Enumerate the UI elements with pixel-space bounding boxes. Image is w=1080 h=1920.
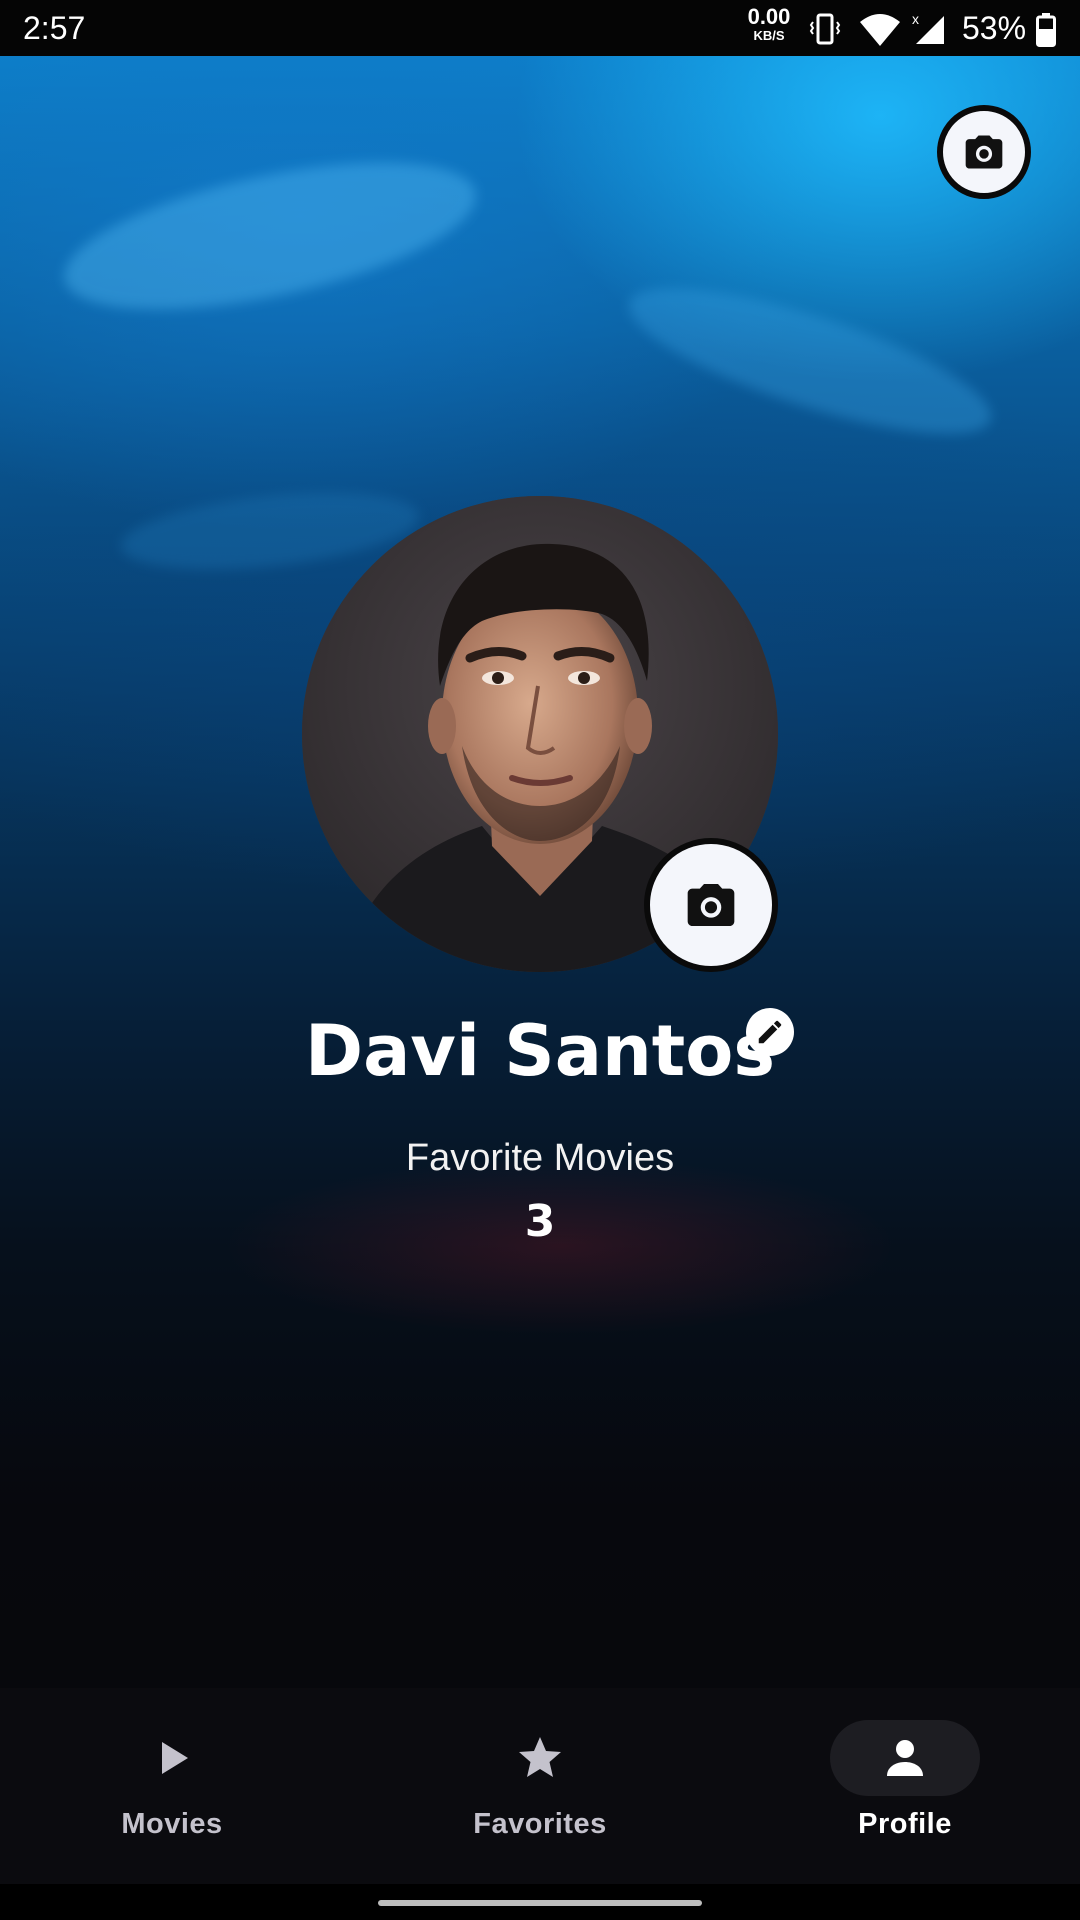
wifi-icon <box>860 14 900 46</box>
network-speed-unit: KB/S <box>753 28 785 43</box>
status-time: 2:57 <box>23 10 86 46</box>
battery-percent: 53% <box>962 10 1027 46</box>
person-icon <box>887 1740 923 1776</box>
battery-icon <box>1036 13 1056 47</box>
home-indicator[interactable] <box>378 1900 702 1906</box>
nav-label-movies: Movies <box>121 1808 223 1840</box>
network-speed: 0.00 KB/S <box>742 6 796 44</box>
svg-text:x: x <box>912 11 919 27</box>
status-bar: 2:57 0.00 KB/S x 53% <box>0 0 1080 56</box>
vibrate-icon <box>809 13 841 45</box>
change-avatar-button[interactable] <box>644 838 778 972</box>
favorite-movies-label: Favorite Movies <box>405 1137 675 1179</box>
profile-screen: 2:57 0.00 KB/S x 53% Davi Santos Favorit… <box>0 0 1080 1920</box>
favorite-movies-count: 3 <box>524 1196 556 1247</box>
nav-item-movies[interactable]: Movies <box>22 1688 322 1840</box>
nav-label-profile: Profile <box>858 1808 952 1840</box>
cover-background <box>0 56 1080 1920</box>
play-icon <box>162 1742 188 1774</box>
camera-icon <box>965 135 1003 169</box>
nav-label-favorites: Favorites <box>473 1808 607 1840</box>
signal-icon: x <box>912 11 944 44</box>
edit-name-button[interactable] <box>746 1008 794 1056</box>
change-cover-button[interactable] <box>937 105 1031 199</box>
bottom-navigation: Movies Favorites Profile <box>0 1688 1080 1884</box>
nav-item-profile[interactable]: Profile <box>755 1688 1055 1840</box>
camera-icon <box>687 884 735 926</box>
nav-item-favorites[interactable]: Favorites <box>390 1688 690 1840</box>
nebula-wisp <box>615 259 1005 463</box>
pencil-icon <box>758 1020 782 1044</box>
nebula-wisp <box>52 133 488 339</box>
star-icon <box>519 1737 561 1777</box>
network-speed-value: 0.00 <box>747 4 791 29</box>
